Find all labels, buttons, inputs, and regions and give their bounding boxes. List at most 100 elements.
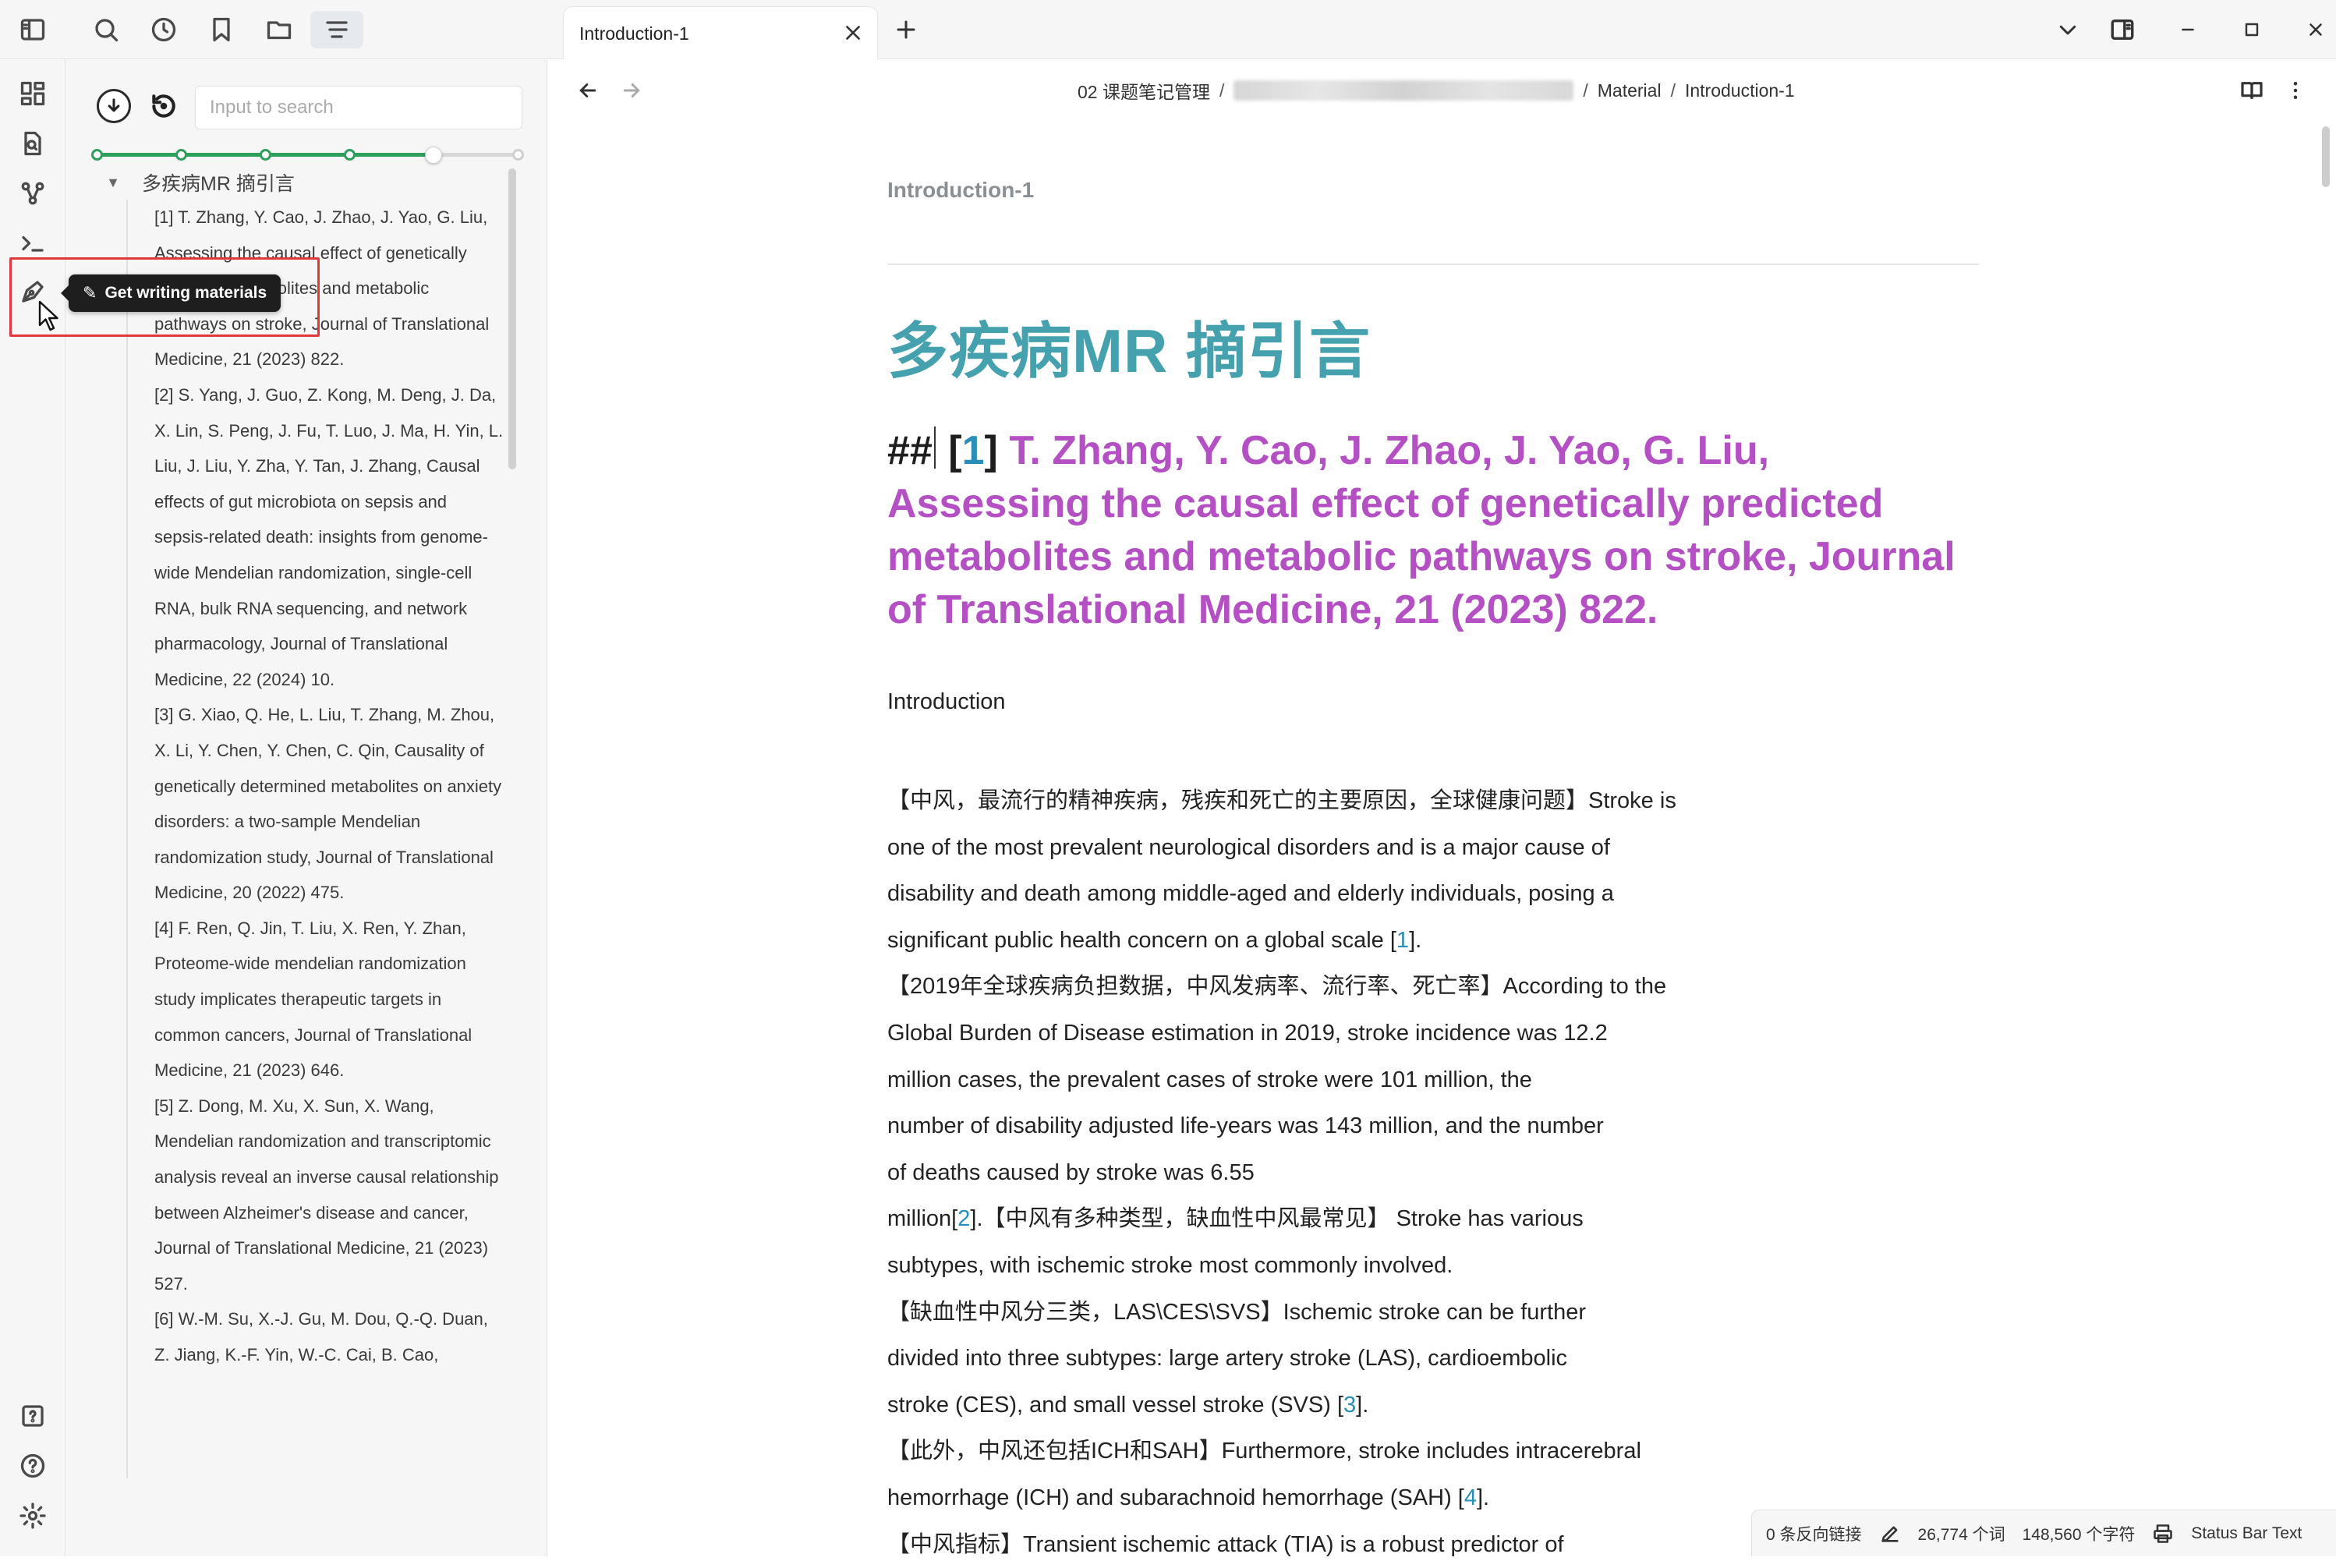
text-line: of deaths caused by stroke was 6.55 <box>887 1150 1870 1197</box>
sidebar-toggle-icon[interactable] <box>14 11 51 48</box>
slider-stop[interactable] <box>175 149 187 161</box>
backlinks-count[interactable]: 0 条反向链接 <box>1766 1522 1862 1545</box>
new-tab-plus-icon[interactable] <box>890 14 922 45</box>
title-divider <box>887 264 1979 265</box>
file-search-icon[interactable] <box>16 126 50 161</box>
outline-guide-line <box>126 200 128 1478</box>
reading-view-book-icon[interactable] <box>2236 75 2267 106</box>
breadcrumb-separator: / <box>1219 80 1224 101</box>
text-line: significant public health concern on a g… <box>887 918 1870 965</box>
outline-item[interactable]: [3] G. Xiao, Q. He, L. Liu, T. Zhang, M.… <box>154 697 505 911</box>
heading-level-slider[interactable] <box>97 147 518 162</box>
settings-gear-icon[interactable] <box>16 1499 50 1533</box>
text-line: 【缺血性中风分三类，LAS\CES\SVS】Ischemic stroke ca… <box>887 1290 1870 1336</box>
view-header: 02 课题笔记管理 / / Material / Introduction-1 <box>547 59 2336 122</box>
text-line: one of the most prevalent neurological d… <box>887 825 1870 872</box>
text-line: million[2].【中风有多种类型，缺血性中风最常见】 Stroke has… <box>887 1196 1870 1243</box>
text-line: subtypes, with ischemic stroke most comm… <box>887 1243 1870 1290</box>
text-line: 【2019年全球疾病负担数据，中风发病率、流行率、死亡率】According t… <box>887 964 1870 1011</box>
outline-search-input[interactable] <box>195 86 522 129</box>
outline-tree: ▼ 多疾病MR 摘引言 [1] T. Zhang, Y. Cao, J. Zha… <box>97 165 518 1373</box>
maximize-window-icon[interactable] <box>2236 14 2267 45</box>
graph-view-icon[interactable] <box>16 176 50 211</box>
breadcrumb-blurred-folder[interactable] <box>1233 80 1573 101</box>
search-icon[interactable] <box>87 11 125 48</box>
navigate-forward-arrow-icon[interactable] <box>616 75 647 106</box>
slider-stop[interactable] <box>91 149 103 161</box>
citation-link[interactable]: 4 <box>1464 1485 1477 1510</box>
text-line: hemorrhage (ICH) and subarachnoid hemorr… <box>887 1475 1870 1522</box>
text-caret <box>934 427 936 469</box>
heading-ref-text: T. Zhang, Y. Cao, J. Zhao, J. Yao, G. Li… <box>887 428 1956 632</box>
close-window-icon[interactable] <box>2300 14 2331 45</box>
refresh-icon[interactable] <box>147 89 181 123</box>
outline-heading-label: 多疾病MR 摘引言 <box>142 168 295 196</box>
text-line: 【中风，最流行的精神疾病，残疾和死亡的主要原因，全球健康问题】Stroke is <box>887 778 1870 825</box>
char-count: 148,560 个字符 <box>2023 1522 2136 1545</box>
more-options-icon[interactable] <box>2280 75 2311 106</box>
breadcrumb-folder[interactable]: Material <box>1598 80 1662 101</box>
heading-1[interactable]: 多疾病MR 摘引言 <box>887 303 1371 390</box>
collapse-caret-icon[interactable]: ▼ <box>101 175 125 191</box>
text-line: disability and death among middle-aged a… <box>887 871 1870 918</box>
citation-link[interactable]: 3 <box>1343 1393 1356 1418</box>
dashboard-grid-icon[interactable] <box>16 76 50 111</box>
paragraph: 【中风，最流行的精神疾病，残疾和死亡的主要原因，全球健康问题】Stroke is… <box>887 778 1870 1568</box>
printer-icon[interactable] <box>2152 1523 2174 1545</box>
slider-stop[interactable] <box>260 149 271 161</box>
tab-introduction-1[interactable]: Introduction-1 <box>563 6 878 60</box>
close-tab-icon[interactable] <box>840 19 866 46</box>
recent-files-clock-icon[interactable] <box>145 11 182 48</box>
status-bar: 0 条反向链接 26,774 个词 148,560 个字符 Status Bar… <box>1751 1510 2336 1556</box>
heading-2[interactable]: ## [1] T. Zhang, Y. Cao, J. Zhao, J. Yao… <box>887 424 1963 636</box>
text-line: number of disability adjusted life-years… <box>887 1103 1870 1150</box>
text-line: Global Burden of Disease estimation in 2… <box>887 1011 1870 1057</box>
edit-pencil-icon[interactable] <box>1879 1523 1901 1545</box>
tooltip: ✎ Get writing materials <box>69 274 281 312</box>
outline-item[interactable]: [4] F. Ren, Q. Jin, T. Liu, X. Ren, Y. Z… <box>154 911 505 1088</box>
left-toolbar <box>0 0 547 59</box>
inline-title[interactable]: Introduction-1 <box>887 178 1034 203</box>
heading-markdown-marker: ## <box>887 428 933 473</box>
minimize-window-icon[interactable] <box>2172 14 2203 45</box>
citation-link[interactable]: 2 <box>957 1206 970 1231</box>
text-line: stroke (CES), and small vessel stroke (S… <box>887 1382 1870 1429</box>
slider-knob[interactable] <box>425 147 442 164</box>
document-scrollbar[interactable] <box>2322 126 2330 187</box>
breadcrumb-separator: / <box>1583 80 1587 101</box>
outline-item[interactable]: [5] Z. Dong, M. Xu, X. Sun, X. Wang, Men… <box>154 1088 505 1302</box>
status-bar-text: Status Bar Text <box>2191 1524 2302 1543</box>
bookmark-icon[interactable] <box>203 11 240 48</box>
terminal-icon[interactable] <box>16 226 50 260</box>
text-line: divided into three subtypes: large arter… <box>887 1336 1870 1382</box>
outline-icon[interactable] <box>310 11 363 48</box>
breadcrumb: 02 课题笔记管理 / / Material / Introduction-1 <box>1078 76 1795 104</box>
help-circle-icon[interactable] <box>16 1449 50 1483</box>
text-line: million cases, the prevalent cases of st… <box>887 1057 1870 1104</box>
tooltip-label: Get writing materials <box>104 284 267 303</box>
breadcrumb-root[interactable]: 02 课题笔记管理 <box>1078 77 1210 104</box>
slider-stop[interactable] <box>512 149 524 161</box>
download-circle-icon[interactable] <box>97 89 131 123</box>
help-book-icon[interactable] <box>16 1399 50 1433</box>
text-line: 【此外，中风还包括ICH和SAH】Furthermore, stroke inc… <box>887 1428 1870 1475</box>
tab-list-chevron-down-icon[interactable] <box>2052 14 2083 45</box>
outline-item[interactable]: [2] S. Yang, J. Guo, Z. Kong, M. Deng, J… <box>154 377 505 697</box>
outline-heading-item[interactable]: ▼ 多疾病MR 摘引言 <box>97 165 518 200</box>
navigate-back-arrow-icon[interactable] <box>572 75 603 106</box>
slider-stop[interactable] <box>344 149 356 161</box>
right-sidebar-toggle-icon[interactable] <box>2107 14 2138 45</box>
tab-bar: Introduction-1 <box>547 0 2336 59</box>
intro-label: Introduction <box>887 689 1006 715</box>
text-line: 【中风指标】Transient ischemic attack (TIA) is… <box>887 1522 1870 1568</box>
heading-ref-number[interactable]: 1 <box>962 428 985 473</box>
pencil-icon: ✎ <box>83 283 97 303</box>
breadcrumb-separator: / <box>1671 80 1676 101</box>
word-count: 26,774 个词 <box>1918 1522 2005 1545</box>
mouse-cursor-icon <box>37 299 61 332</box>
tab-title: Introduction-1 <box>579 23 689 44</box>
folder-icon[interactable] <box>260 11 298 48</box>
breadcrumb-file[interactable]: Introduction-1 <box>1685 80 1795 101</box>
outline-item[interactable]: [6] W.-M. Su, X.-J. Gu, M. Dou, Q.-Q. Du… <box>154 1301 505 1372</box>
citation-link[interactable]: 1 <box>1396 928 1409 953</box>
